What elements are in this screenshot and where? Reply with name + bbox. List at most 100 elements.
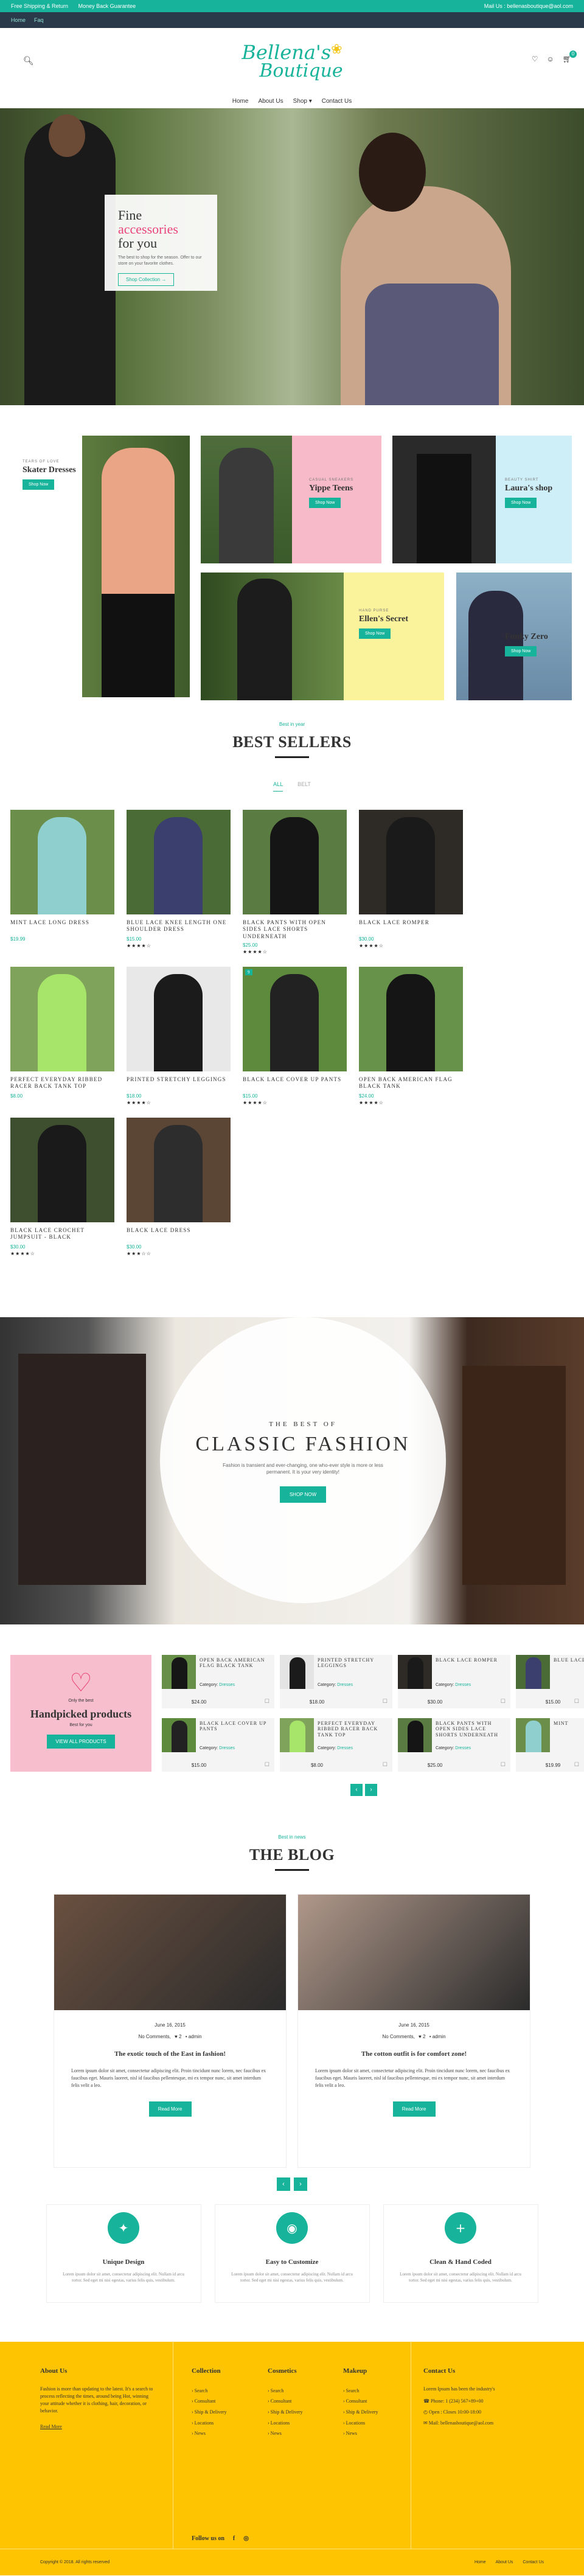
footer-link[interactable]: News xyxy=(343,2428,378,2439)
site-logo[interactable]: Bellena's❀ Boutique xyxy=(241,43,342,80)
handpicked-item[interactable]: BLUE LACE $15.00 ☐ xyxy=(516,1654,584,1708)
add-to-cart-icon[interactable]: ☐ xyxy=(501,1761,506,1768)
footer-link[interactable]: Ship & Delivery xyxy=(343,2407,378,2418)
product-name[interactable]: BLACK LACE ROMPER xyxy=(359,919,463,934)
handpicked-name[interactable]: MINT xyxy=(554,1721,584,1727)
handpicked-item[interactable]: BLACK LACE COVER UP PANTS Category: Dress… xyxy=(162,1718,274,1772)
handpicked-item[interactable]: BLACK PANTS WITH OPEN SIDES LACE SHORTS … xyxy=(398,1718,510,1772)
handpicked-name[interactable]: BLACK LACE COVER UP PANTS xyxy=(200,1721,269,1732)
next-arrow[interactable]: › xyxy=(365,1783,377,1796)
product-name[interactable]: PRINTED STRETCHY LEGGINGS xyxy=(127,1076,231,1091)
category-ellens-secret[interactable]: HAND PURSE Ellen's Secret Shop Now xyxy=(201,573,444,700)
footer-link[interactable]: Ship & Delivery xyxy=(192,2407,227,2418)
product-image[interactable] xyxy=(359,966,463,1071)
handpicked-image[interactable] xyxy=(162,1718,196,1752)
handpicked-name[interactable]: PRINTED STRETCHY LEGGINGS xyxy=(318,1657,388,1669)
footer-link[interactable]: Locations xyxy=(268,2418,303,2429)
handpicked-image[interactable] xyxy=(280,1718,314,1752)
product-name[interactable]: BLACK LACE DRESS xyxy=(127,1227,231,1242)
handpicked-name[interactable]: PERFECT EVERYDAY RIBBED RACER BACK TANK … xyxy=(318,1721,388,1738)
blog-next-arrow[interactable]: › xyxy=(294,2177,307,2191)
handpicked-image[interactable] xyxy=(280,1654,314,1689)
footer-link[interactable]: Locations xyxy=(343,2418,378,2429)
product-image[interactable] xyxy=(243,810,347,914)
product-card[interactable]: PRINTED STRETCHY LEGGINGS $18.00 ★★★★☆ xyxy=(127,966,231,1105)
view-all-products-button[interactable]: VIEW ALL PRODUCTS xyxy=(47,1734,115,1749)
category-shop-now-button[interactable]: Shop Now xyxy=(359,628,391,639)
handpicked-image[interactable] xyxy=(398,1718,432,1752)
footer-link[interactable]: News xyxy=(192,2428,227,2439)
add-to-cart-icon[interactable]: ☐ xyxy=(574,1761,579,1768)
read-more-button[interactable]: Read More xyxy=(392,2101,436,2117)
product-card[interactable]: OPEN BACK AMERICAN FLAG BLACK TANK $24.00… xyxy=(359,966,463,1105)
handpicked-category-link[interactable]: Dresses xyxy=(455,1683,471,1687)
category-lauras-shop[interactable]: BEAUTY SHIRT Laura's shop Shop Now xyxy=(392,436,572,563)
prev-arrow[interactable]: ‹ xyxy=(350,1783,363,1796)
handpicked-category-link[interactable]: Dresses xyxy=(337,1683,353,1687)
user-icon[interactable]: ☺ xyxy=(547,55,554,63)
facebook-icon[interactable]: f xyxy=(233,2535,235,2542)
handpicked-category-link[interactable]: Dresses xyxy=(337,1746,353,1750)
category-yippe-teens[interactable]: CASUAL SNEAKERS Yippe Teens Shop Now xyxy=(201,436,381,563)
product-name[interactable]: PERFECT EVERYDAY RIBBED RACER BACK TANK … xyxy=(10,1076,114,1091)
category-shop-now-button[interactable]: Shop Now xyxy=(505,498,537,508)
product-image[interactable] xyxy=(127,966,231,1071)
footer-link[interactable]: Locations xyxy=(192,2418,227,2429)
category-shop-now-button[interactable]: Shop Now xyxy=(23,479,55,490)
handpicked-image[interactable] xyxy=(516,1718,550,1752)
category-shop-now-button[interactable]: Shop Now xyxy=(309,498,341,508)
add-to-cart-icon[interactable]: ☐ xyxy=(265,1761,269,1768)
footer-link[interactable]: Search xyxy=(192,2386,227,2397)
instagram-icon[interactable]: ◎ xyxy=(243,2535,249,2542)
handpicked-name[interactable]: BLUE LACE xyxy=(554,1657,584,1663)
handpicked-image[interactable] xyxy=(162,1654,196,1689)
footer-bottom-contact[interactable]: Contact Us xyxy=(523,2560,544,2564)
sub-bar-home-link[interactable]: Home xyxy=(11,17,26,23)
shop-collection-button[interactable]: Shop Collection → xyxy=(118,273,175,286)
footer-link[interactable]: Search xyxy=(268,2386,303,2397)
product-image[interactable] xyxy=(10,966,114,1071)
nav-about[interactable]: About Us xyxy=(258,98,283,105)
product-image[interactable] xyxy=(10,810,114,914)
footer-link[interactable]: Consultant xyxy=(192,2396,227,2407)
handpicked-item[interactable]: PRINTED STRETCHY LEGGINGS Category: Dress… xyxy=(280,1654,392,1708)
handpicked-image[interactable] xyxy=(398,1654,432,1689)
product-image[interactable]: 9 xyxy=(243,966,347,1071)
footer-link[interactable]: Ship & Delivery xyxy=(268,2407,303,2418)
handpicked-name[interactable]: OPEN BACK AMERICAN FLAG BLACK TANK xyxy=(200,1657,269,1669)
handpicked-image[interactable] xyxy=(516,1654,550,1689)
footer-link[interactable]: Consultant xyxy=(343,2396,378,2407)
handpicked-category-link[interactable]: Dresses xyxy=(219,1746,235,1750)
add-to-cart-icon[interactable]: ☐ xyxy=(383,1698,388,1705)
blog-post-image[interactable] xyxy=(54,1894,286,2010)
product-image[interactable] xyxy=(127,810,231,914)
nav-home[interactable]: Home xyxy=(232,98,249,105)
handpicked-name[interactable]: BLACK LACE ROMPER xyxy=(436,1657,506,1663)
wishlist-icon[interactable]: ♡ xyxy=(532,55,538,63)
search-icon[interactable]: 🔍︎ xyxy=(23,57,34,67)
product-name[interactable]: BLUE LACE KNEE LENGTH ONE SHOULDER DRESS xyxy=(127,919,231,934)
product-card[interactable]: MINT LACE LONG DRESS $19.99 xyxy=(10,810,114,955)
product-card[interactable]: 9 BLACK LACE COVER UP PANTS $15.00 ★★★★☆ xyxy=(243,966,347,1105)
read-more-button[interactable]: Read More xyxy=(148,2101,192,2117)
tab-belt[interactable]: BELT xyxy=(297,781,311,792)
handpicked-item[interactable]: OPEN BACK AMERICAN FLAG BLACK TANK Catego… xyxy=(162,1654,274,1708)
footer-link[interactable]: Consultant xyxy=(268,2396,303,2407)
product-card[interactable]: BLUE LACE KNEE LENGTH ONE SHOULDER DRESS… xyxy=(127,810,231,955)
handpicked-name[interactable]: BLACK PANTS WITH OPEN SIDES LACE SHORTS … xyxy=(436,1721,506,1738)
add-to-cart-icon[interactable]: ☐ xyxy=(574,1698,579,1705)
footer-bottom-about[interactable]: About Us xyxy=(496,2560,513,2564)
handpicked-item[interactable]: MINT $19.99 ☐ xyxy=(516,1718,584,1772)
footer-bottom-home[interactable]: Home xyxy=(474,2560,486,2564)
handpicked-item[interactable]: BLACK LACE ROMPER Category: Dresses $30.00… xyxy=(398,1654,510,1708)
product-name[interactable]: BLACK PANTS WITH OPEN SIDES LACE SHORTS … xyxy=(243,919,347,940)
handpicked-category-link[interactable]: Dresses xyxy=(219,1683,235,1687)
product-image[interactable] xyxy=(127,1117,231,1222)
footer-email[interactable]: Mail: bellenasboutique@aol.com xyxy=(429,2420,493,2426)
blog-post-title[interactable]: The cotton outfit is for comfort zone! xyxy=(298,2050,530,2058)
category-skater-dresses[interactable]: TEARS OF LOVE Skater Dresses Shop Now xyxy=(10,436,190,697)
product-card[interactable]: BLACK PANTS WITH OPEN SIDES LACE SHORTS … xyxy=(243,810,347,955)
shop-now-button[interactable]: SHOP NOW xyxy=(279,1486,327,1503)
category-funky-zero[interactable]: Funky Zero Shop Now xyxy=(456,573,572,700)
product-name[interactable]: MINT LACE LONG DRESS xyxy=(10,919,114,934)
